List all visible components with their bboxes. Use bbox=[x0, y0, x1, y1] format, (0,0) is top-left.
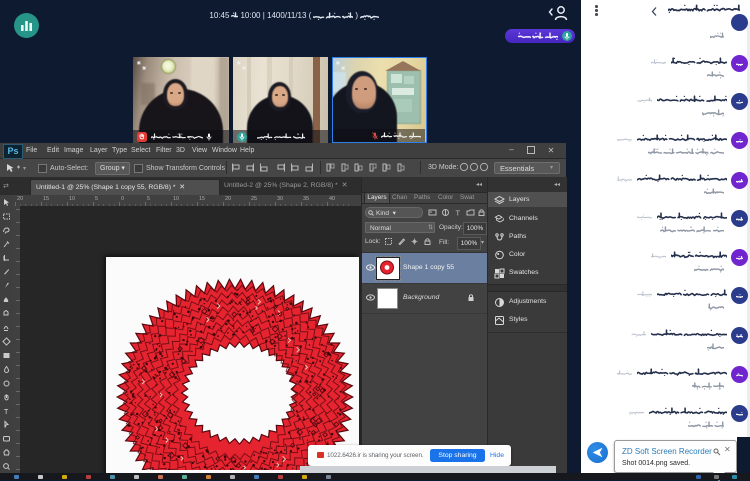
svg-text:T: T bbox=[456, 209, 461, 218]
svg-text:T: T bbox=[4, 409, 9, 416]
